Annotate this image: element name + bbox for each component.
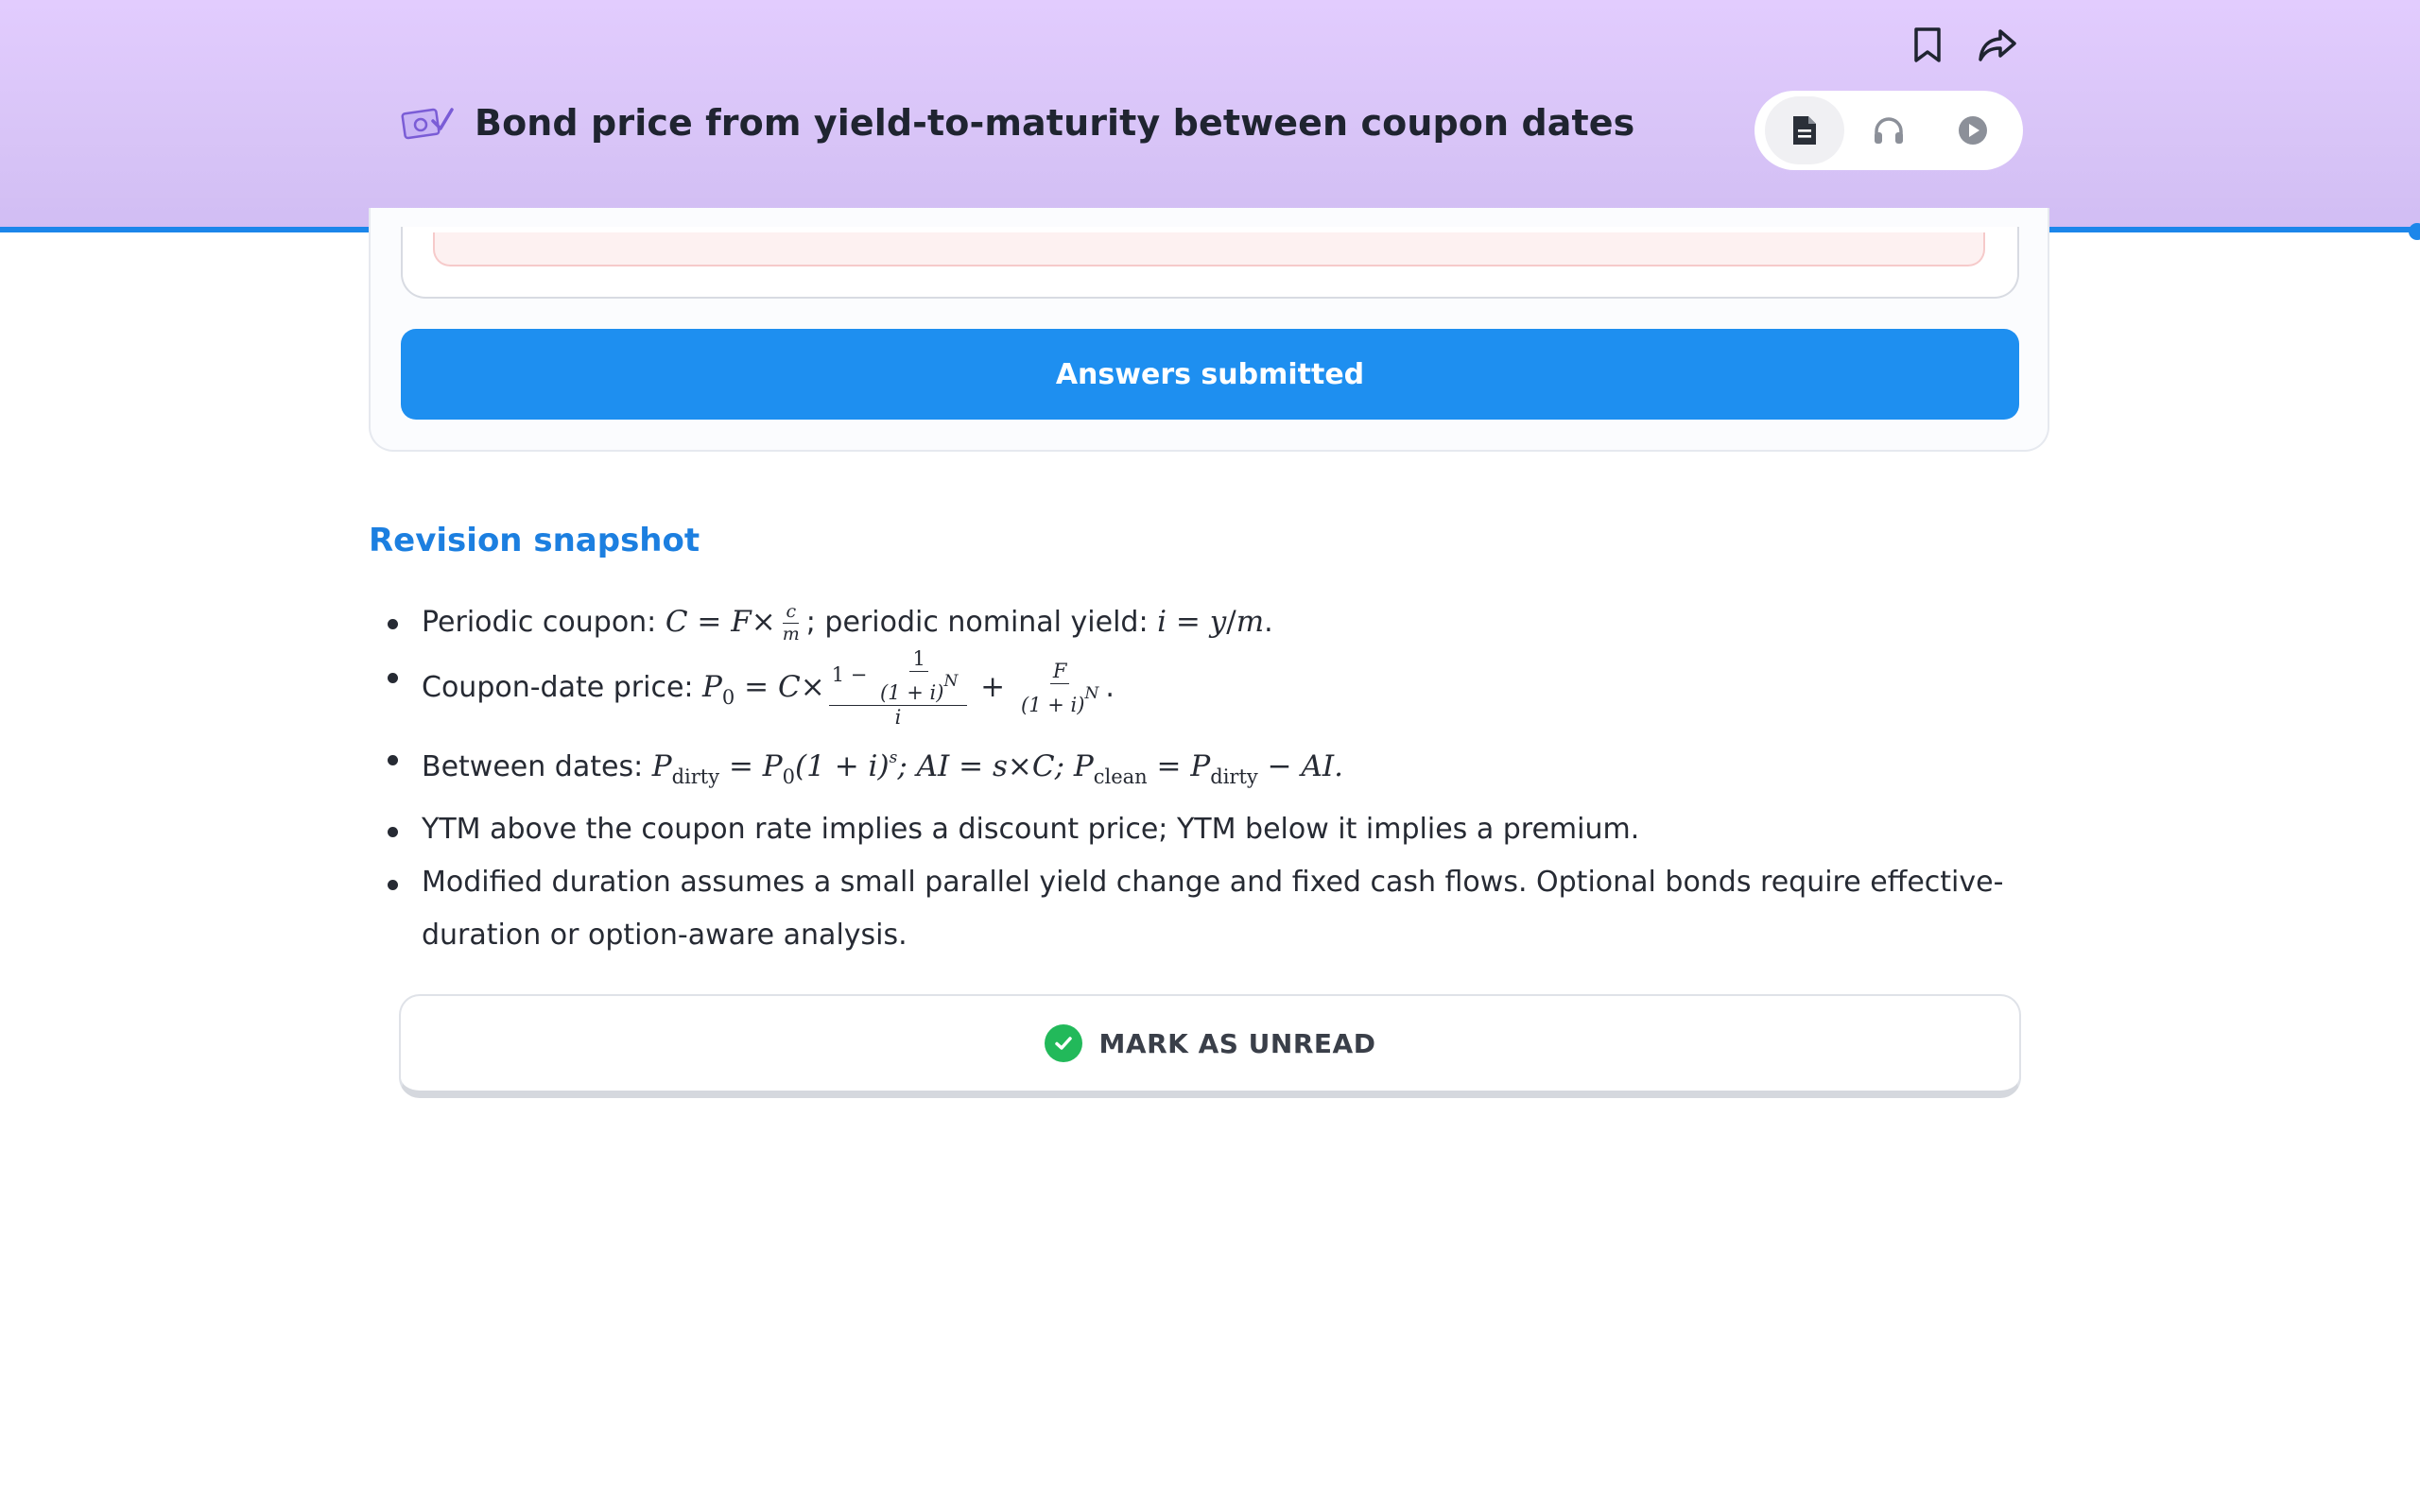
bookmark-icon[interactable] xyxy=(1907,25,1948,66)
document-icon xyxy=(1792,116,1816,145)
check-circle-icon xyxy=(1044,1024,1082,1062)
page-title: Bond price from yield-to-maturity betwee… xyxy=(475,102,1635,144)
title-row: Bond price from yield-to-maturity betwee… xyxy=(401,102,1634,144)
coupon-date-price-formula: P0 = C× 1 − 1 (1 + i)N i + F (1 + i)N xyxy=(702,647,1099,729)
document-mode-button[interactable] xyxy=(1764,96,1844,164)
answers-submitted-button[interactable]: Answers submitted xyxy=(401,329,2019,420)
revision-item-duration: Modified duration assumes a small parall… xyxy=(384,856,2057,962)
mark-as-unread-button[interactable]: MARK AS UNREAD xyxy=(399,994,2021,1098)
revision-item-price: Coupon-date price: P0 = C× 1 − 1 (1 + i)N i… xyxy=(384,649,2057,731)
yield-formula: i = y/m xyxy=(1157,605,1265,639)
video-mode-button[interactable] xyxy=(1933,96,2013,164)
revision-item-coupon: Periodic coupon: C = F× c m; periodic nomi… xyxy=(384,595,2057,649)
play-icon xyxy=(1959,116,1988,145)
headphones-icon xyxy=(1874,117,1903,144)
share-icon[interactable] xyxy=(1977,25,2018,66)
content-mode-switch xyxy=(1754,91,2023,170)
incorrect-feedback-strip xyxy=(433,232,1985,266)
dirty-clean-formula: Pdirty = P0(1 + i)s; AI = s×C; Pclean = … xyxy=(651,748,1343,788)
revision-list: Periodic coupon: C = F× c m; periodic nomi… xyxy=(384,595,2057,962)
coupon-formula: C = F× c m xyxy=(665,601,800,644)
header-actions xyxy=(1907,25,2018,66)
money-check-icon xyxy=(401,102,454,144)
revision-heading: Revision snapshot xyxy=(369,522,700,559)
mark-as-unread-label: MARK AS UNREAD xyxy=(1098,1027,1376,1059)
progress-knob[interactable] xyxy=(2409,223,2420,240)
revision-item-between-dates: Between dates: Pdirty = P0(1 + i)s; AI =… xyxy=(384,731,2057,803)
audio-mode-button[interactable] xyxy=(1849,96,1928,164)
revision-item-discount-premium: YTM above the coupon rate implies a disc… xyxy=(384,803,2057,856)
